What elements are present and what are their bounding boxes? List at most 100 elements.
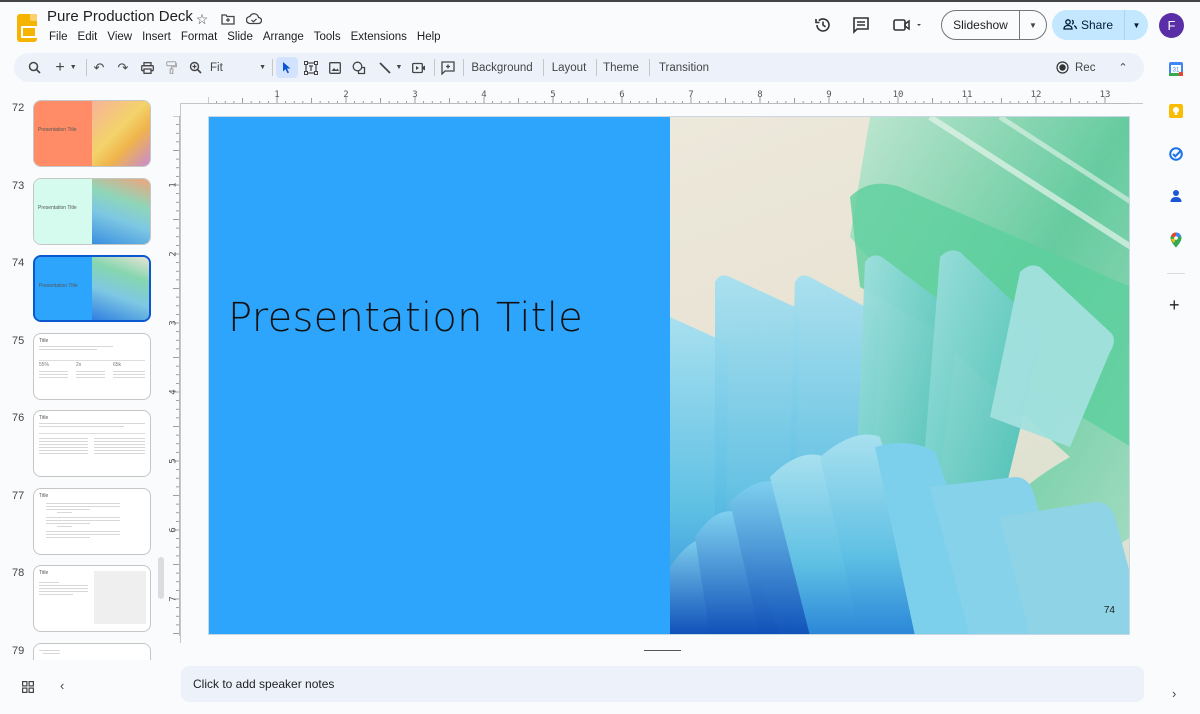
filmstrip-slide-79[interactable]: 79 bbox=[0, 643, 160, 660]
menu-help[interactable]: Help bbox=[412, 30, 446, 44]
tasks-icon[interactable] bbox=[1169, 147, 1183, 161]
zoom-dropdown-icon: ▼ bbox=[259, 64, 266, 71]
slide-thumbnail[interactable]: Title 55% 2x 65k bbox=[33, 333, 151, 400]
share-dropdown-icon[interactable]: ▼ bbox=[1125, 21, 1148, 30]
ruler-label: 11 bbox=[962, 90, 973, 100]
share-button[interactable]: Share ▼ bbox=[1052, 10, 1148, 40]
ruler-label: 1 bbox=[274, 90, 279, 100]
collapse-toolbar-icon[interactable]: ⌃ bbox=[1114, 57, 1132, 78]
horizontal-ruler[interactable]: 1 2 3 4 5 6 7 8 9 10 11 12 13 bbox=[208, 88, 1130, 104]
transition-button[interactable]: Transition bbox=[655, 57, 713, 78]
menu-tools[interactable]: Tools bbox=[309, 30, 346, 44]
slide-thumbnail[interactable]: Title bbox=[33, 565, 151, 632]
slide-thumbnail[interactable]: Presentation Title bbox=[33, 100, 151, 167]
filmstrip-slide-75[interactable]: 75 Title 55% 2x 65k bbox=[0, 333, 160, 401]
slide-thumbnail[interactable] bbox=[33, 643, 151, 660]
ruler-label: 12 bbox=[1031, 90, 1042, 100]
shape-icon[interactable] bbox=[350, 57, 368, 78]
filmstrip-slide-77[interactable]: 77 Title bbox=[0, 488, 160, 556]
undo-icon[interactable]: ↶ bbox=[90, 57, 108, 78]
slide-canvas[interactable]: Presentation Title 74 bbox=[208, 116, 1130, 635]
record-icon bbox=[1056, 61, 1069, 74]
star-icon[interactable]: ☆ bbox=[194, 11, 210, 27]
print-icon[interactable] bbox=[138, 57, 156, 78]
calendar-icon[interactable]: 31 bbox=[1169, 62, 1183, 76]
slide-image[interactable]: 74 bbox=[670, 117, 1129, 634]
grid-view-icon[interactable] bbox=[22, 680, 35, 696]
meet-icon[interactable] bbox=[892, 16, 926, 36]
menu-arrange[interactable]: Arrange bbox=[258, 30, 309, 44]
slide-filmstrip: 72 Presentation Title 73 Presentation Ti… bbox=[0, 90, 170, 660]
slide-title-textbox[interactable]: Presentation Title bbox=[228, 295, 583, 341]
add-comment-icon[interactable] bbox=[439, 57, 457, 78]
theme-button[interactable]: Theme bbox=[600, 57, 642, 78]
menu-format[interactable]: Format bbox=[176, 30, 222, 44]
slide-thumbnail-selected[interactable]: Presentation Title bbox=[33, 255, 151, 322]
slide-thumbnail[interactable]: Title bbox=[33, 488, 151, 555]
slide-thumbnail[interactable]: Title bbox=[33, 410, 151, 477]
filmstrip-slide-78[interactable]: 78 Title bbox=[0, 565, 160, 633]
avatar[interactable]: F bbox=[1159, 13, 1184, 38]
zoom-icon[interactable] bbox=[186, 57, 204, 78]
zoom-select[interactable]: Fit ▼ bbox=[210, 57, 266, 78]
menu-slide[interactable]: Slide bbox=[222, 30, 258, 44]
cloud-saved-icon[interactable] bbox=[246, 11, 262, 27]
vertical-ruler[interactable]: 1 2 3 4 5 6 7 bbox=[168, 116, 180, 636]
line-icon[interactable]: ▼ bbox=[374, 57, 406, 78]
collapse-filmstrip-icon[interactable]: ‹ bbox=[60, 679, 64, 696]
slides-logo-icon[interactable] bbox=[17, 14, 37, 42]
title-actions: ☆ bbox=[194, 11, 262, 27]
maps-icon[interactable] bbox=[1169, 232, 1183, 248]
get-add-ons-icon[interactable]: + bbox=[1169, 296, 1183, 314]
ruler-label: 6 bbox=[169, 527, 179, 532]
speaker-notes[interactable]: Click to add speaker notes bbox=[181, 666, 1144, 702]
menu-extensions[interactable]: Extensions bbox=[346, 30, 412, 44]
paint-format-icon[interactable] bbox=[162, 57, 180, 78]
move-to-folder-icon[interactable] bbox=[220, 11, 236, 27]
slideshow-dropdown-icon[interactable]: ▼ bbox=[1020, 21, 1046, 30]
search-menus-icon[interactable] bbox=[24, 57, 44, 78]
comments-icon[interactable] bbox=[851, 16, 871, 36]
keep-icon[interactable] bbox=[1169, 104, 1183, 118]
ruler-label: 2 bbox=[343, 90, 348, 100]
filmstrip-slide-72[interactable]: 72 Presentation Title bbox=[0, 100, 160, 168]
text-box-icon[interactable] bbox=[302, 57, 320, 78]
filmstrip-slide-73[interactable]: 73 Presentation Title bbox=[0, 178, 160, 246]
redo-icon[interactable]: ↷ bbox=[114, 57, 132, 78]
version-history-icon[interactable] bbox=[813, 16, 833, 36]
filmstrip-slide-76[interactable]: 76 Title bbox=[0, 410, 160, 478]
menu-insert[interactable]: Insert bbox=[137, 30, 176, 44]
image-icon[interactable] bbox=[326, 57, 344, 78]
notes-resize-handle[interactable] bbox=[644, 650, 681, 651]
insert-video-icon[interactable] bbox=[410, 57, 428, 78]
slideshow-label[interactable]: Slideshow bbox=[942, 11, 1020, 39]
new-slide-icon[interactable]: + ▼ bbox=[52, 57, 80, 78]
slideshow-button[interactable]: Slideshow ▼ bbox=[941, 10, 1047, 40]
svg-text:31: 31 bbox=[1173, 68, 1180, 74]
ruler-frame-left bbox=[180, 103, 181, 643]
ruler-label: 7 bbox=[169, 596, 179, 601]
ruler-label: 5 bbox=[550, 90, 555, 100]
contacts-icon[interactable] bbox=[1169, 189, 1183, 203]
background-button[interactable]: Background bbox=[469, 57, 535, 78]
menu-view[interactable]: View bbox=[102, 30, 137, 44]
filmstrip-scrollbar[interactable] bbox=[158, 557, 164, 599]
abstract-fan-image bbox=[670, 117, 1129, 634]
menu-file[interactable]: File bbox=[44, 30, 73, 44]
expand-side-panel-icon[interactable]: › bbox=[1172, 686, 1176, 701]
rec-button[interactable]: Rec bbox=[1056, 57, 1102, 78]
layout-button[interactable]: Layout bbox=[548, 57, 590, 78]
menu-edit[interactable]: Edit bbox=[73, 30, 103, 44]
menu-bar: File Edit View Insert Format Slide Arran… bbox=[44, 30, 446, 44]
share-label[interactable]: Share bbox=[1052, 10, 1125, 40]
filmstrip-controls: ‹ bbox=[22, 679, 64, 696]
slide-thumbnail[interactable]: Presentation Title bbox=[33, 178, 151, 245]
speaker-notes-placeholder[interactable]: Click to add speaker notes bbox=[193, 677, 334, 691]
ruler-label: 9 bbox=[826, 90, 831, 100]
side-panel: 31 + bbox=[1150, 52, 1200, 714]
side-panel-divider bbox=[1167, 273, 1185, 274]
select-tool-icon[interactable] bbox=[276, 57, 298, 78]
document-title[interactable]: Pure Production Deck bbox=[47, 8, 193, 25]
filmstrip-slide-74[interactable]: 74 Presentation Title bbox=[0, 255, 160, 323]
ruler-label: 2 bbox=[169, 251, 179, 256]
